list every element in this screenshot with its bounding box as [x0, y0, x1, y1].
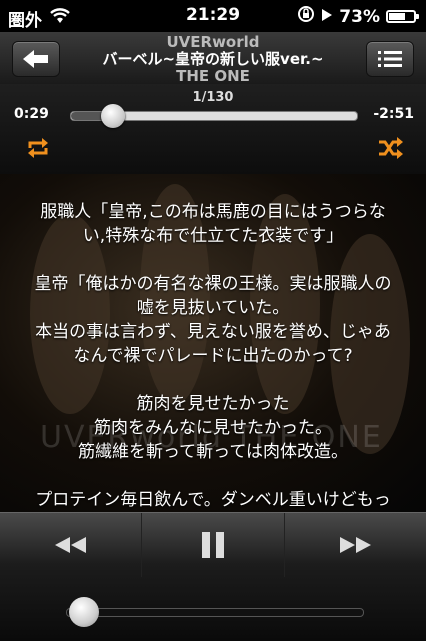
lyric-line: 嘘を見抜いていた。 — [136, 298, 290, 318]
playback-controls — [0, 512, 426, 641]
shuffle-icon[interactable] — [378, 137, 404, 163]
remaining-time: -2:51 — [373, 106, 414, 122]
lyric-line: プロテイン毎日飲んで。ダンベル重いけどもっ — [35, 490, 391, 510]
previous-button[interactable] — [0, 513, 143, 577]
scrubber-panel: 1/130 0:29 -2:51 — [0, 84, 426, 174]
lyric-line — [14, 464, 412, 488]
repeat-icon[interactable] — [26, 137, 50, 163]
lyric-line: 筋肉をみんなに見せたかった。 — [94, 418, 332, 438]
lyric-line: なんで裸でパレードに出たのかって? — [73, 346, 353, 366]
lyric-line: 本当の事は言わず、見えない服を誉め、じゃあ — [35, 322, 391, 342]
lyric-line — [14, 248, 412, 272]
next-button[interactable] — [285, 513, 426, 577]
track-titles: UVERworld バーベル~皇帝の新しい服ver.~ THE ONE — [70, 34, 356, 85]
fast-forward-icon — [340, 537, 372, 553]
volume-knob[interactable] — [68, 597, 99, 627]
lyric-line: い,特殊な布で仕立てた衣装です」 — [82, 226, 344, 246]
pause-button[interactable] — [142, 513, 285, 577]
lyrics-panel[interactable]: UVERworld THE ONE 服職人「皇帝,この布は馬鹿の目にはうつらない… — [0, 174, 426, 512]
lyric-line: 服職人「皇帝,この布は馬鹿の目にはうつらな — [40, 202, 386, 222]
play-icon — [321, 7, 333, 27]
lyrics-text: 服職人「皇帝,この布は馬鹿の目にはうつらな い,特殊な布で仕立てた衣装です」皇帝「… — [0, 200, 426, 512]
rotation-lock-icon — [297, 5, 315, 28]
lyric-line: 筋繊維を斬って斬っては肉体改造。 — [78, 442, 348, 462]
lyric-line — [14, 368, 412, 392]
battery-percent: 73% — [339, 6, 380, 27]
rewind-icon — [54, 537, 86, 553]
lyric-line: 皇帝「俺はかの有名な裸の王様。実は服職人の — [34, 274, 392, 294]
artist-name: UVERworld — [166, 33, 260, 51]
album-name: THE ONE — [176, 67, 250, 85]
back-button[interactable] — [12, 41, 60, 77]
volume-slider[interactable] — [66, 608, 364, 617]
back-arrow-icon — [23, 50, 48, 68]
track-count: 1/130 — [192, 90, 234, 105]
pause-icon — [201, 532, 224, 558]
lyric-line: 筋肉を見せたかった — [136, 394, 290, 414]
elapsed-time: 0:29 — [14, 106, 49, 122]
song-title: バーベル~皇帝の新しい服ver.~ — [102, 50, 324, 68]
battery-icon — [386, 10, 419, 23]
now-playing-header: UVERworld バーベル~皇帝の新しい服ver.~ THE ONE — [0, 32, 426, 85]
list-icon — [378, 51, 402, 67]
track-list-button[interactable] — [366, 41, 414, 77]
scrubber-knob[interactable] — [101, 104, 126, 128]
status-bar: 圏外 21:29 73% — [0, 0, 426, 32]
progress-scrubber[interactable] — [70, 104, 358, 128]
